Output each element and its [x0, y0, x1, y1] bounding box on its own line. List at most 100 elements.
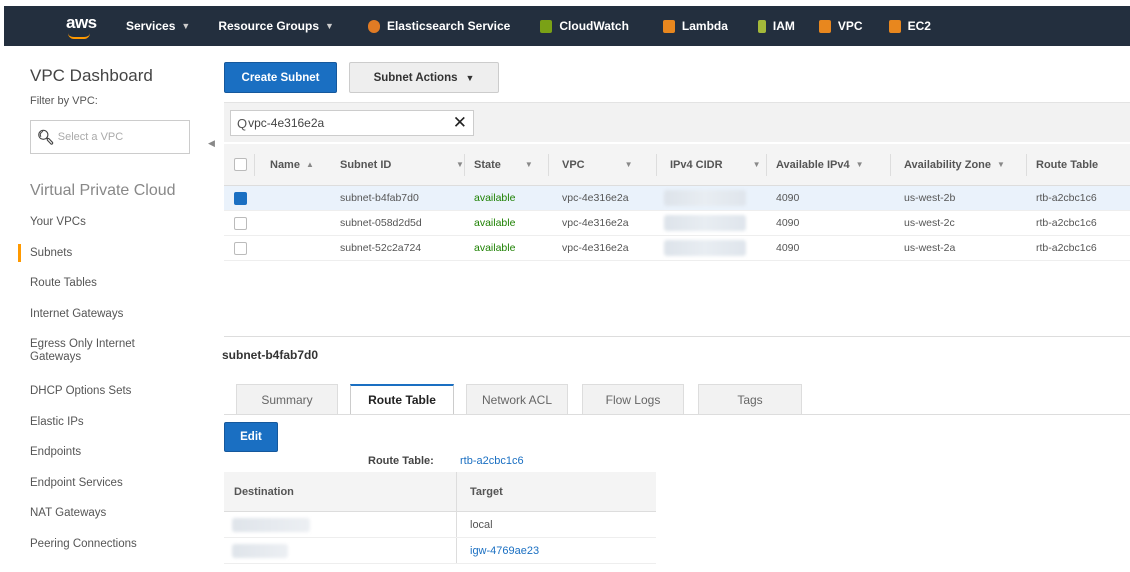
cell-available-ipv4: 4090: [776, 192, 800, 204]
search-icon: 🔍︎: [37, 128, 55, 145]
cell-ipv4-cidr-redacted: [664, 236, 746, 260]
vpc-filter-placeholder: Select a VPC: [57, 131, 124, 143]
sort-icon: ▼: [524, 160, 533, 169]
elasticsearch-icon: [367, 19, 380, 33]
column-header-availability-zone[interactable]: Availability Zone ▼: [904, 144, 1005, 185]
cell-vpc: vpc-4e316e2a: [562, 217, 629, 229]
aws-logo[interactable]: aws: [4, 6, 97, 46]
ec2-icon: [888, 19, 901, 33]
nav-shortcut-label: EC2: [907, 19, 931, 33]
sort-icon: ▼: [997, 160, 1005, 169]
cloudwatch-icon: [540, 19, 553, 33]
collapse-sidebar-icon[interactable]: ◀: [208, 138, 215, 149]
column-header-destination: Destination: [234, 485, 294, 498]
top-nav-bar: aws Services ▼ Resource Groups ▼ Elastic…: [4, 6, 1130, 46]
table-row[interactable]: subnet-52c2a724 available vpc-4e316e2a 4…: [224, 236, 1130, 261]
tab-network-acl[interactable]: Network ACL: [466, 384, 568, 414]
column-header-subnet-id[interactable]: Subnet ID: [340, 144, 391, 185]
chevron-down-icon: ▼: [181, 21, 191, 31]
edit-button[interactable]: Edit: [224, 422, 278, 452]
sort-icon: ▼: [624, 160, 633, 169]
detail-title: subnet-b4fab7d0: [222, 348, 319, 362]
column-header-route-table[interactable]: Route Table: [1036, 144, 1098, 185]
column-header-state[interactable]: State ▼: [474, 144, 533, 185]
sidebar-item-egress-only-internet-gateways[interactable]: Egress Only Internet Gateways: [30, 338, 170, 385]
cell-subnet-id: subnet-b4fab7d0: [340, 192, 419, 204]
cell-destination-redacted: [232, 538, 288, 563]
table-row: igw-4769ae23: [224, 538, 656, 564]
chevron-down-icon: ▼: [465, 72, 475, 83]
sidebar-item-your-vpcs[interactable]: Your VPCs: [30, 216, 205, 247]
table-row[interactable]: subnet-b4fab7d0 available vpc-4e316e2a 4…: [224, 186, 1130, 211]
cell-target: local: [470, 518, 493, 531]
row-checkbox[interactable]: [234, 186, 247, 210]
route-table-link[interactable]: rtb-a2cbc1c6: [460, 455, 524, 467]
nav-shortcut-label: Lambda: [681, 19, 728, 33]
tabs-divider: [224, 414, 1130, 415]
filter-bar: Q vpc-4e316e2a ✕: [224, 102, 1130, 142]
table-row[interactable]: subnet-058d2d5d available vpc-4e316e2a 4…: [224, 211, 1130, 236]
cell-state: available: [474, 242, 516, 254]
nav-services-menu[interactable]: Services ▼: [126, 6, 190, 46]
create-subnet-button[interactable]: Create Subnet: [224, 62, 337, 93]
row-checkbox[interactable]: [234, 211, 247, 235]
sidebar-title: VPC Dashboard: [30, 66, 153, 85]
cell-availability-zone: us-west-2a: [904, 242, 956, 254]
nav-shortcut-label: IAM: [772, 19, 795, 33]
tab-summary[interactable]: Summary: [236, 384, 338, 414]
nav-shortcut-cloudwatch[interactable]: CloudWatch: [540, 6, 629, 46]
tab-route-table[interactable]: Route Table: [350, 384, 454, 415]
cell-target-link[interactable]: igw-4769ae23: [470, 538, 539, 563]
sidebar-item-nat-gateways[interactable]: NAT Gateways: [30, 507, 205, 538]
pane-divider[interactable]: [224, 336, 1130, 337]
aws-smile-icon: [68, 33, 90, 39]
sidebar-section-title: Virtual Private Cloud: [30, 182, 176, 199]
cell-availability-zone: us-west-2c: [904, 217, 955, 229]
tab-tags[interactable]: Tags: [698, 384, 802, 414]
nav-shortcut-label: VPC: [837, 19, 863, 33]
sidebar-item-peering-connections[interactable]: Peering Connections: [30, 538, 205, 569]
row-checkbox[interactable]: [234, 236, 247, 260]
sidebar-item-endpoint-services[interactable]: Endpoint Services: [30, 477, 205, 508]
cell-available-ipv4: 4090: [776, 217, 800, 229]
column-header-vpc[interactable]: VPC ▼: [562, 144, 633, 185]
nav-shortcut-vpc[interactable]: VPC: [818, 6, 863, 46]
table-row: local: [224, 512, 656, 538]
nav-shortcut-ec2[interactable]: EC2: [888, 6, 931, 46]
sidebar-item-internet-gateways[interactable]: Internet Gateways: [30, 308, 205, 339]
sidebar-item-route-tables[interactable]: Route Tables: [30, 277, 205, 308]
nav-shortcut-lambda[interactable]: Lambda: [662, 6, 728, 46]
column-header-name[interactable]: Name ▲: [270, 144, 314, 185]
sort-icon[interactable]: ▼: [450, 144, 464, 185]
routes-table-header: Destination Target: [224, 472, 656, 512]
chevron-down-icon: ▼: [325, 21, 334, 31]
table-header: Name ▲ Subnet ID ▼ State ▼ VPC ▼ IPv4 CIDR ▼…: [224, 144, 1130, 186]
filter-by-vpc-label: Filter by VPC:: [30, 95, 98, 107]
iam-icon: [757, 19, 766, 33]
column-header-available-ipv4[interactable]: Available IPv4 ▼: [776, 144, 864, 185]
search-value: vpc-4e316e2a: [248, 116, 325, 130]
sidebar-item-endpoints[interactable]: Endpoints: [30, 446, 205, 477]
sidebar-nav: Your VPCs Subnets Route Tables Internet …: [18, 216, 205, 569]
clear-search-icon[interactable]: ✕: [453, 113, 467, 133]
nav-shortcut-iam[interactable]: IAM: [757, 6, 795, 46]
sort-icon: ▼: [752, 160, 761, 169]
nav-shortcut-label: Elasticsearch Service: [386, 19, 511, 33]
column-header-ipv4-cidr[interactable]: IPv4 CIDR ▼: [670, 144, 761, 185]
tab-flow-logs[interactable]: Flow Logs: [582, 384, 684, 414]
sidebar-item-dhcp-options-sets[interactable]: DHCP Options Sets: [30, 385, 205, 416]
subnet-actions-label: Subnet Actions: [373, 71, 458, 84]
vpc-icon: [818, 19, 831, 33]
nav-shortcut-elasticsearch[interactable]: Elasticsearch Service: [367, 6, 511, 46]
column-header-target: Target: [470, 485, 503, 498]
nav-resource-groups-menu[interactable]: Resource Groups ▼: [218, 6, 334, 46]
sidebar-item-subnets[interactable]: Subnets: [18, 243, 205, 278]
subnet-actions-dropdown[interactable]: Subnet Actions ▼: [349, 62, 499, 93]
subnet-search-input[interactable]: Q vpc-4e316e2a ✕: [230, 110, 474, 136]
sort-icon: ▼: [855, 160, 864, 169]
vpc-filter-select[interactable]: 🔍︎ Select a VPC: [30, 120, 190, 154]
cell-subnet-id: subnet-52c2a724: [340, 242, 422, 254]
select-all-checkbox[interactable]: [234, 144, 247, 185]
cell-ipv4-cidr-redacted: [664, 211, 746, 235]
sidebar-item-elastic-ips[interactable]: Elastic IPs: [30, 416, 205, 447]
